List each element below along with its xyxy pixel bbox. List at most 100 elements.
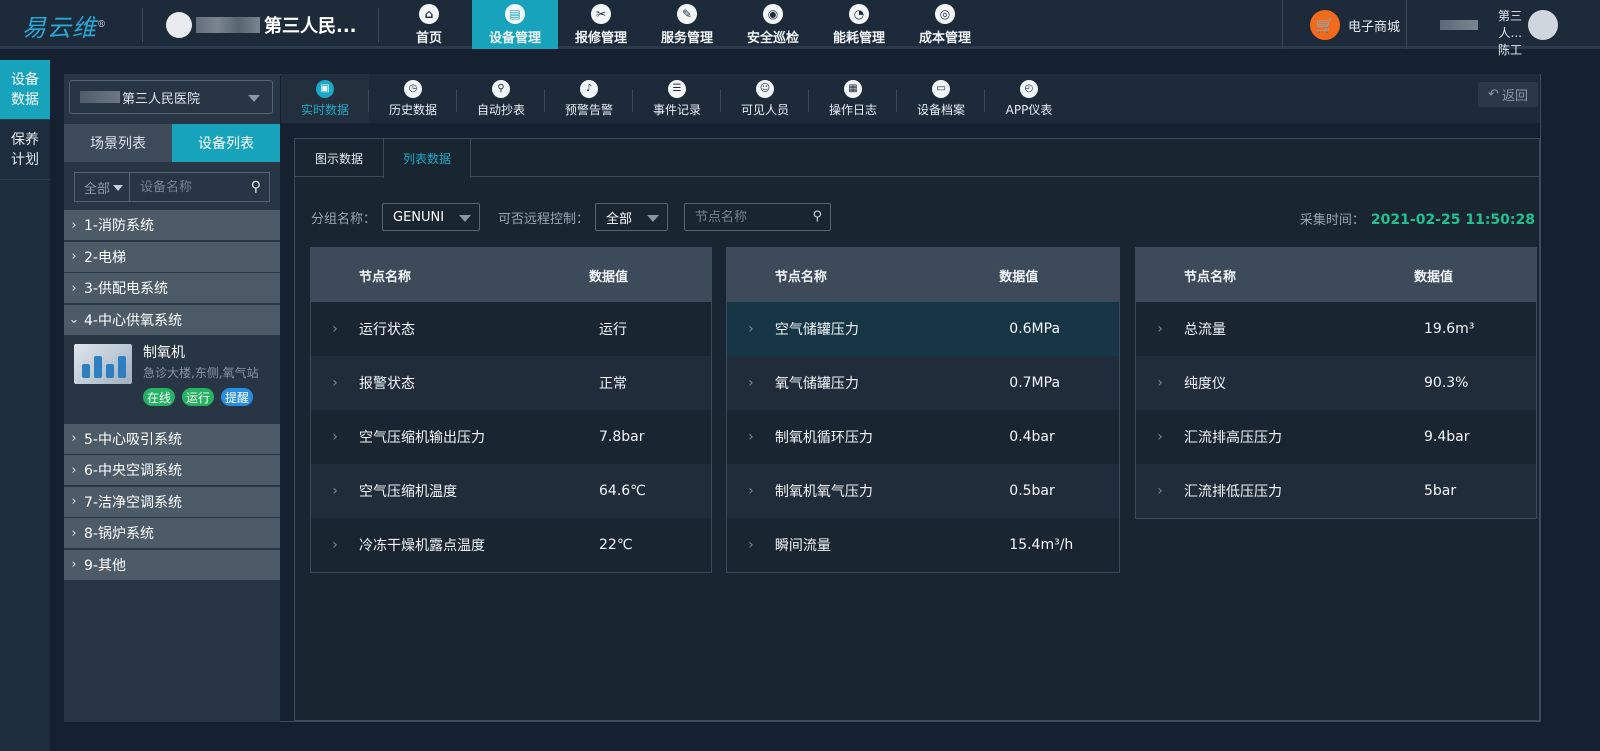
tree-node[interactable]: › 7-洁净空调系统 [64, 486, 280, 517]
status-badge: 提醒 [221, 388, 254, 406]
subnav-realtime[interactable]: ▣ 实时数据 [281, 74, 369, 123]
table-row[interactable]: › 纯度仪 90.3% [1136, 356, 1536, 410]
back-button[interactable]: ↶ 返回 [1478, 82, 1538, 107]
table-row[interactable]: › 汇流排高压压力 9.4bar [1136, 410, 1536, 464]
nav-item-energy[interactable]: ◔ 能耗管理 [816, 0, 902, 49]
chevron-right-icon[interactable]: › [1136, 429, 1184, 445]
tree-node[interactable]: › 5-中心吸引系统 [64, 423, 280, 454]
chevron-right-icon[interactable]: › [311, 429, 359, 445]
module-item-1[interactable]: 保养 计划 [0, 120, 50, 180]
table-row[interactable]: › 运行状态 运行 [311, 302, 711, 356]
logo-registered-mark: ® [97, 20, 107, 30]
tree-node-label: 8-锅炉系统 [84, 526, 154, 542]
chevron-right-icon[interactable]: › [1136, 321, 1184, 337]
group-select-value: GENUNI [393, 209, 445, 225]
subnav-label: 历史数据 [388, 102, 437, 117]
nav-item-patrol[interactable]: ◉ 安全巡检 [730, 0, 816, 49]
chevron-right-icon[interactable]: › [727, 483, 775, 499]
nav-item-repair[interactable]: ✂ 报修管理 [558, 0, 644, 49]
shop-link[interactable]: 🛒 电子商城 [1310, 10, 1400, 40]
device-search-input[interactable] [130, 179, 240, 195]
nav-item-home[interactable]: ⌂ 首页 [386, 0, 472, 49]
chevron-right-icon[interactable]: › [311, 375, 359, 391]
table-row[interactable]: › 制氧机氧气压力 0.5bar [727, 464, 1119, 518]
chevron-right-icon[interactable]: › [1136, 483, 1184, 499]
view-tab-1[interactable]: 列表数据 [383, 139, 471, 178]
tree-node[interactable]: ⌄ 4-中心供氧系统 [64, 304, 280, 335]
hospital-switcher[interactable]: 第三人民... [166, 12, 357, 38]
category-filter[interactable]: 全部 [75, 173, 130, 201]
hospital-select-value: 第三人民医院 [122, 91, 201, 107]
tree-node[interactable]: › 9-其他 [64, 549, 280, 580]
row-node-name: 空气压缩机温度 [359, 484, 457, 500]
table-row[interactable]: › 瞬间流量 15.4m³/h [727, 518, 1119, 572]
group-select[interactable]: GENUNI [382, 203, 481, 231]
table-row[interactable]: › 报警状态 正常 [311, 356, 711, 410]
subnav-operation-log[interactable]: ▦ 操作日志 [809, 74, 897, 123]
module-item-0[interactable]: 设备 数据 [0, 60, 50, 120]
chevron-right-icon: › [71, 280, 77, 296]
table-row[interactable]: › 总流量 19.6m³ [1136, 302, 1536, 356]
nav-item-service[interactable]: ✎ 服务管理 [644, 0, 730, 49]
user-info[interactable]: 第三人... 陈工 [1440, 8, 1522, 59]
table-row[interactable]: › 冷冻干燥机露点温度 22℃ [311, 518, 711, 572]
row-node-name: 纯度仪 [1184, 376, 1226, 392]
row-node-value: 0.4bar [1009, 429, 1055, 445]
nav-item-label: 能耗管理 [832, 30, 885, 46]
brand-logo[interactable]: 易云维® [22, 8, 107, 43]
table-row[interactable]: › 空气压缩机温度 64.6℃ [311, 464, 711, 518]
tree-node[interactable]: › 2-电梯 [64, 241, 280, 272]
history-icon: ◷ [404, 79, 422, 98]
chevron-right-icon[interactable]: › [311, 321, 359, 337]
table-row[interactable]: › 空气储罐压力 0.6MPa [727, 302, 1119, 356]
sidebar-tab-0[interactable]: 场景列表 [64, 124, 172, 162]
people-icon: ☺ [756, 79, 774, 98]
chevron-right-icon[interactable]: › [311, 483, 359, 499]
row-node-value: 0.6MPa [1009, 321, 1061, 337]
subnav-people[interactable]: ☺ 可见人员 [721, 74, 809, 123]
table-row[interactable]: › 汇流排低压压力 5bar [1136, 464, 1536, 518]
event-log-icon: ☰ [668, 79, 686, 98]
device-card[interactable]: 制氧机 急诊大楼,东侧,氧气站 在线 运行 提醒 [64, 336, 280, 422]
nav-item-label: 首页 [415, 30, 442, 46]
nav-item-label: 服务管理 [660, 30, 713, 46]
tree-node[interactable]: › 1-消防系统 [64, 210, 280, 240]
subnav-archive[interactable]: ▭ 设备档案 [897, 74, 985, 123]
subnav-meter[interactable]: ⚲ 自动抄表 [457, 74, 545, 123]
table-row[interactable]: › 空气压缩机输出压力 7.8bar [311, 410, 711, 464]
subnav-gauge[interactable]: ◴ APP仪表 [985, 74, 1073, 123]
view-tab-0[interactable]: 图示数据 [295, 139, 383, 177]
chevron-right-icon[interactable]: › [727, 321, 775, 337]
row-node-name: 运行状态 [359, 322, 415, 338]
chevron-down-icon [248, 95, 260, 102]
search-icon[interactable]: ⚲ [251, 179, 261, 195]
nav-item-label: 成本管理 [918, 30, 971, 46]
subnav-event-log[interactable]: ☰ 事件记录 [633, 74, 721, 123]
chevron-right-icon[interactable]: › [311, 537, 359, 553]
row-node-name: 冷冻干燥机露点温度 [359, 538, 485, 554]
repair-icon: ✂ [591, 3, 611, 24]
tree-node[interactable]: › 6-中央空调系统 [64, 455, 280, 485]
user-avatar[interactable] [1528, 10, 1558, 40]
node-search-input[interactable] [685, 209, 796, 225]
nav-item-cost[interactable]: ◎ 成本管理 [902, 0, 988, 49]
chevron-right-icon[interactable]: › [1136, 375, 1184, 391]
chevron-right-icon[interactable]: › [727, 375, 775, 391]
table-row[interactable]: › 制氧机循环压力 0.4bar [727, 410, 1119, 464]
tree-node[interactable]: › 8-锅炉系统 [64, 518, 280, 548]
remote-select[interactable]: 全部 [595, 203, 669, 231]
sidebar-tab-1[interactable]: 设备列表 [172, 124, 280, 162]
search-icon[interactable]: ⚲ [813, 209, 823, 224]
tree-node[interactable]: › 3-供配电系统 [64, 273, 280, 303]
nav-item-device[interactable]: ▤ 设备管理 [472, 0, 558, 49]
chevron-right-icon[interactable]: › [727, 429, 775, 445]
chevron-right-icon: › [71, 462, 77, 478]
logo-text: 易云维 [22, 14, 97, 42]
column-header-name: 节点名称 [774, 269, 827, 285]
subnav-history[interactable]: ◷ 历史数据 [369, 74, 457, 123]
chevron-right-icon[interactable]: › [727, 537, 775, 553]
subnav-alarm-bell[interactable]: ♪ 预警告警 [545, 74, 633, 123]
column-header-name: 节点名称 [359, 269, 412, 285]
hospital-select[interactable]: 第三人民医院 [69, 80, 273, 114]
table-row[interactable]: › 氧气储罐压力 0.7MPa [727, 356, 1119, 410]
